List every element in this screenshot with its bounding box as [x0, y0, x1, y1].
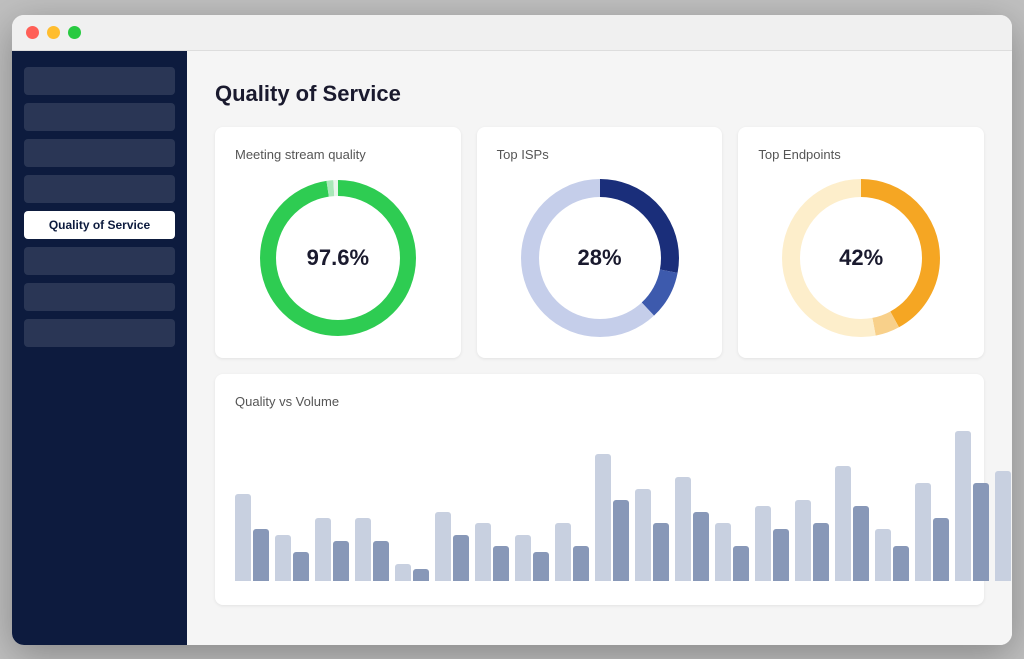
bar-light: [995, 471, 1011, 581]
bar-group: [755, 506, 789, 581]
bar-group: [475, 523, 509, 581]
bar-group: [875, 529, 909, 581]
card-top-isps: Top ISPs 28%: [477, 127, 723, 358]
sidebar-item-item2[interactable]: [24, 103, 175, 131]
bar-group: [315, 518, 349, 581]
bar-dark: [693, 512, 709, 581]
bar-dark: [493, 546, 509, 581]
sidebar-item-quality-of-service[interactable]: Quality of Service: [24, 211, 175, 239]
close-button[interactable]: [26, 26, 39, 39]
bar-dark: [453, 535, 469, 581]
sidebar-item-item4[interactable]: [24, 175, 175, 203]
bar-group: [995, 471, 1012, 581]
chart-title: Quality vs Volume: [235, 394, 964, 409]
bar-dark: [253, 529, 269, 581]
bar-light: [515, 535, 531, 581]
bar-light: [595, 454, 611, 581]
donut-container-meeting-stream: 97.6%: [235, 178, 441, 338]
bar-light: [355, 518, 371, 581]
titlebar: [12, 15, 1012, 51]
bar-group: [515, 535, 549, 581]
bar-group: [355, 518, 389, 581]
bar-group: [915, 483, 949, 581]
sidebar-item-item7[interactable]: [24, 283, 175, 311]
donut-label-meeting-stream: 97.6%: [307, 245, 369, 271]
bar-dark: [733, 546, 749, 581]
bar-light: [755, 506, 771, 581]
bar-light: [915, 483, 931, 581]
bar-dark: [373, 541, 389, 581]
bar-dark: [893, 546, 909, 581]
bar-group: [955, 431, 989, 581]
donut-top-endpoints: 42%: [781, 178, 941, 338]
bar-light: [395, 564, 411, 581]
app-body: Quality of Service Quality of Service Me…: [12, 51, 1012, 645]
bar-dark: [413, 569, 429, 581]
donut-top-isps: 28%: [520, 178, 680, 338]
bar-dark: [293, 552, 309, 581]
sidebar-item-item6[interactable]: [24, 247, 175, 275]
bar-group: [275, 535, 309, 581]
sidebar-item-item1[interactable]: [24, 67, 175, 95]
bar-group: [675, 477, 709, 581]
sidebar: Quality of Service: [12, 51, 187, 645]
sidebar-item-item3[interactable]: [24, 139, 175, 167]
bar-light: [955, 431, 971, 581]
bar-group: [795, 500, 829, 581]
bar-group: [635, 489, 669, 581]
minimize-button[interactable]: [47, 26, 60, 39]
sidebar-item-item8[interactable]: [24, 319, 175, 347]
bar-light: [435, 512, 451, 581]
card-title-top-isps: Top ISPs: [497, 147, 703, 162]
app-window: Quality of Service Quality of Service Me…: [12, 15, 1012, 645]
metric-cards-row: Meeting stream quality97.6%Top ISPs28%To…: [215, 127, 984, 358]
page-title: Quality of Service: [215, 81, 984, 107]
bar-light: [795, 500, 811, 581]
bar-light: [835, 466, 851, 581]
bar-dark: [653, 523, 669, 581]
bar-light: [315, 518, 331, 581]
bar-group: [715, 523, 749, 581]
main-content: Quality of Service Meeting stream qualit…: [187, 51, 1012, 645]
bar-light: [715, 523, 731, 581]
card-title-meeting-stream: Meeting stream quality: [235, 147, 441, 162]
donut-container-top-isps: 28%: [497, 178, 703, 338]
bar-dark: [933, 518, 949, 581]
bar-dark: [813, 523, 829, 581]
bar-dark: [853, 506, 869, 581]
bar-light: [555, 523, 571, 581]
bar-dark: [573, 546, 589, 581]
maximize-button[interactable]: [68, 26, 81, 39]
donut-label-top-endpoints: 42%: [839, 245, 883, 271]
bar-light: [675, 477, 691, 581]
bar-dark: [973, 483, 989, 581]
donut-label-top-isps: 28%: [577, 245, 621, 271]
bar-light: [875, 529, 891, 581]
bar-light: [475, 523, 491, 581]
card-top-endpoints: Top Endpoints 42%: [738, 127, 984, 358]
bar-group: [395, 564, 429, 581]
bar-dark: [613, 500, 629, 581]
quality-vs-volume-card: Quality vs Volume: [215, 374, 984, 605]
donut-meeting-stream: 97.6%: [258, 178, 418, 338]
bar-group: [595, 454, 629, 581]
card-title-top-endpoints: Top Endpoints: [758, 147, 964, 162]
donut-container-top-endpoints: 42%: [758, 178, 964, 338]
bar-light: [635, 489, 651, 581]
bar-dark: [533, 552, 549, 581]
bar-dark: [333, 541, 349, 581]
bar-group: [235, 494, 269, 581]
bar-group: [835, 466, 869, 581]
bar-chart: [235, 425, 964, 585]
bar-group: [435, 512, 469, 581]
bar-light: [235, 494, 251, 581]
bar-light: [275, 535, 291, 581]
card-meeting-stream: Meeting stream quality 97.6%: [215, 127, 461, 358]
bar-group: [555, 523, 589, 581]
bar-dark: [773, 529, 789, 581]
